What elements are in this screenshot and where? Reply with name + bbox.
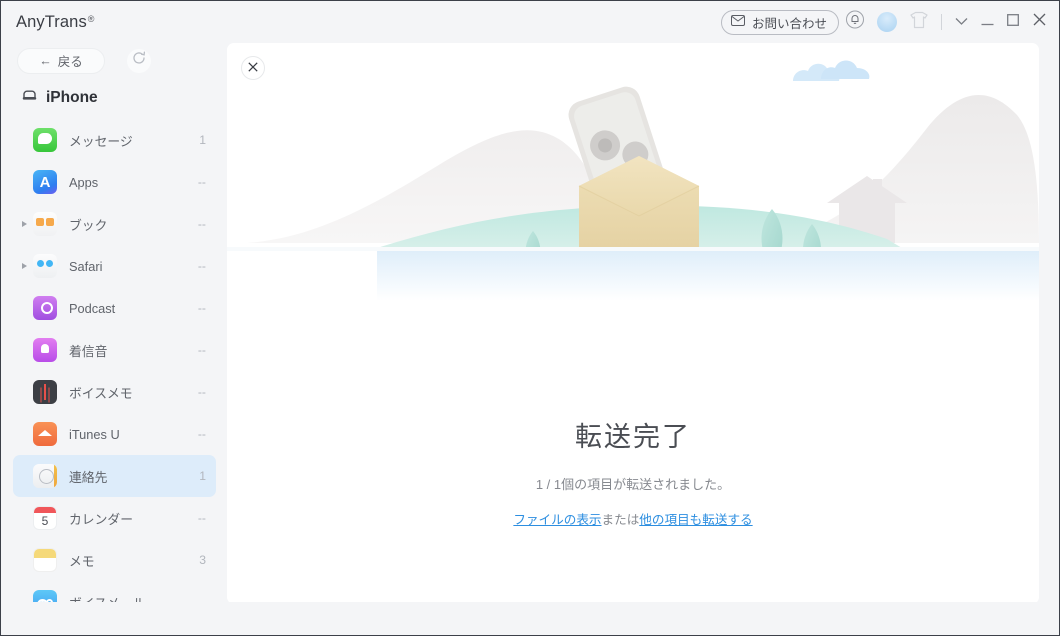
bottom-bar [2, 602, 1059, 634]
apps-icon [33, 170, 57, 194]
refresh-button[interactable] [127, 48, 151, 73]
sidebar-item-label: Safari [69, 258, 103, 274]
books-icon [33, 212, 57, 236]
sidebar-item-voice-memos[interactable]: ボイスメモ -- [13, 371, 216, 413]
transfer-summary: 1 / 1個の項目が転送されました。 [535, 477, 731, 492]
close-window-button[interactable] [1026, 7, 1052, 37]
action-links: ファイルの表示または他の項目も転送する [227, 509, 1039, 528]
messages-icon [33, 128, 57, 152]
sidebar-item-label: 連絡先 [69, 469, 108, 485]
maximize-icon [1007, 13, 1019, 31]
link-separator: または [601, 513, 640, 527]
registered-mark: ® [87, 13, 95, 24]
notifications-button[interactable] [839, 6, 871, 38]
more-options-button[interactable] [948, 7, 974, 37]
sidebar-item-label: ブック [69, 217, 108, 233]
device-header[interactable]: iPhone [2, 79, 227, 117]
title-bar-actions: お問い合わせ [720, 6, 1059, 38]
sidebar-item-count: -- [197, 259, 206, 273]
expand-arrow-icon[interactable] [19, 261, 29, 271]
chevron-down-icon [955, 13, 968, 31]
sidebar-item-podcast[interactable]: Podcast -- [13, 287, 216, 329]
sidebar-item-label: Podcast [69, 300, 116, 316]
sidebar-item-contacts[interactable]: 連絡先 1 [13, 455, 216, 497]
sidebar-item-count: -- [197, 511, 206, 525]
account-button[interactable] [871, 6, 903, 38]
skin-icon [909, 11, 929, 34]
sidebar-item-ringtone[interactable]: 着信音 -- [13, 329, 216, 371]
sidebar-item-count: 1 [199, 133, 206, 147]
app-window: AnyTrans ® お問い合わせ ← 戻る iPhone メッセージ 1 A … [0, 0, 1060, 636]
sidebar-item-label: メッセージ [69, 133, 133, 149]
status-text-block: 転送完了 1 / 1個の項目が転送されました。 ファイルの表示または他の項目も転… [227, 415, 1039, 528]
envelope-icon [730, 15, 745, 29]
safari-icon [33, 254, 57, 278]
bell-icon [846, 10, 864, 34]
app-title: AnyTrans [16, 12, 87, 31]
minimize-button[interactable] [974, 7, 1000, 37]
toolbar-divider [941, 14, 942, 30]
notes-icon [33, 548, 57, 572]
transfer-complete-illustration [227, 60, 1039, 301]
sidebar-item-messages[interactable]: メッセージ 1 [13, 119, 216, 161]
view-files-link[interactable]: ファイルの表示 [513, 513, 601, 527]
sidebar-item-safari[interactable]: Safari -- [13, 245, 216, 287]
expand-arrow-icon[interactable] [19, 219, 29, 229]
maximize-button[interactable] [1000, 7, 1026, 37]
ground-water [377, 251, 1039, 301]
device-icon [22, 89, 37, 107]
contact-us-label: お問い合わせ [751, 16, 827, 31]
minimize-icon [981, 13, 994, 31]
sidebar-item-count: 1 [199, 469, 206, 483]
close-icon [1033, 13, 1046, 31]
refresh-icon [132, 51, 146, 70]
sidebar-item-count: -- [197, 343, 206, 357]
sidebar-item-count: -- [197, 385, 206, 399]
device-name: iPhone [46, 89, 98, 106]
sidebar: ← 戻る iPhone メッセージ 1 A Apps -- ブック -- Saf… [2, 42, 227, 635]
title-bar: AnyTrans ® お問い合わせ [2, 2, 1059, 42]
sidebar-item-label: メモ [69, 553, 95, 569]
main-panel: 転送完了 1 / 1個の項目が転送されました。 ファイルの表示または他の項目も転… [227, 43, 1039, 604]
calendar-icon: 5 [33, 506, 57, 530]
sidebar-item-notes[interactable]: メモ 3 [13, 539, 216, 581]
itunesu-icon [33, 422, 57, 446]
cloud-right [821, 60, 870, 79]
sidebar-item-calendar[interactable]: 5 カレンダー -- [13, 497, 216, 539]
transfer-more-link[interactable]: 他の項目も転送する [639, 513, 752, 527]
ringtone-icon [33, 338, 57, 362]
podcast-icon [33, 296, 57, 320]
sidebar-item-apps[interactable]: Apps -- [13, 161, 216, 203]
sidebar-item-label: Apps [69, 174, 99, 190]
sidebar-item-label: iTunes U [69, 426, 120, 442]
sidebar-item-itunes-u[interactable]: iTunes U -- [13, 413, 216, 455]
sidebar-item-books[interactable]: ブック -- [13, 203, 216, 245]
sidebar-item-label: 着信音 [69, 343, 108, 359]
contact-us-button[interactable]: お問い合わせ [720, 9, 839, 35]
skin-button[interactable] [903, 6, 935, 38]
back-arrow-icon: ← [39, 53, 52, 68]
calendar-day: 5 [41, 514, 49, 528]
sidebar-item-count: -- [197, 427, 206, 441]
sidebar-toolbar: ← 戻る [2, 42, 227, 79]
back-button-label: 戻る [57, 55, 83, 69]
sidebar-nav-list: メッセージ 1 Apps -- ブック -- Safari -- [2, 117, 227, 623]
page-title: 転送完了 [575, 422, 691, 452]
voicememo-icon [33, 380, 57, 404]
sidebar-item-count: -- [197, 217, 206, 231]
sidebar-item-count: -- [197, 301, 206, 315]
app-brand: AnyTrans ® [16, 13, 95, 32]
sidebar-item-label: ボイスメモ [69, 385, 133, 401]
avatar [877, 12, 897, 32]
sidebar-item-count: 3 [199, 553, 206, 567]
back-button[interactable]: ← 戻る [17, 47, 105, 74]
sidebar-item-count: -- [197, 175, 206, 189]
sidebar-item-label: カレンダー [69, 511, 133, 527]
contacts-icon [33, 464, 57, 488]
